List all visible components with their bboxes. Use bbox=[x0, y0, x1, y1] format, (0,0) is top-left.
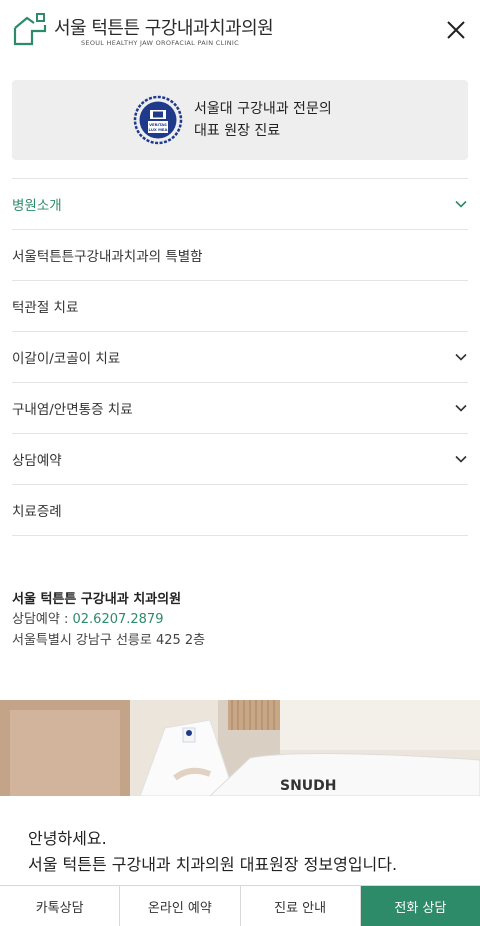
menu-item-tmj[interactable]: 턱관절 치료 bbox=[12, 281, 468, 332]
menu-item-oral-pain[interactable]: 구내염/안면통증 치료 bbox=[12, 383, 468, 434]
banner-line-2: 대표 원장 진료 bbox=[194, 123, 281, 139]
phone-link[interactable]: 02.6207.2879 bbox=[73, 612, 164, 627]
clinic-address: 서울특별시 강남구 선릉로 425 2층 bbox=[12, 633, 206, 648]
menu-item-reservation[interactable]: 상담예약 bbox=[12, 434, 468, 485]
header: 서울 턱튼튼 구강내과치과의원 SEOUL HEALTHY JAW OROFAC… bbox=[0, 0, 480, 62]
kakao-consult-button[interactable]: 카톡상담 bbox=[0, 886, 121, 926]
snudh-sign-text: SNUDH bbox=[280, 778, 337, 794]
chevron-down-icon[interactable] bbox=[455, 198, 467, 210]
menu-item-label: 서울턱튼튼구강내과치과의 특별함 bbox=[12, 249, 203, 265]
menu-item-label: 구내염/안면통증 치료 bbox=[12, 402, 133, 418]
banner-line-1: 서울대 구강내과 전문의 bbox=[194, 101, 332, 117]
menu-item-label: 병원소개 bbox=[12, 198, 62, 214]
menu-item-label: 상담예약 bbox=[12, 453, 62, 469]
menu-item-label: 치료증례 bbox=[12, 504, 62, 520]
close-icon[interactable] bbox=[444, 18, 468, 42]
clinic-info: 서울 턱튼튼 구강내과 치과의원 상담예약 : 02.6207.2879 서울특… bbox=[12, 588, 468, 651]
menu-item-label: 턱관절 치료 bbox=[12, 300, 79, 316]
menu-item-about[interactable]: 병원소개 bbox=[12, 179, 468, 230]
logo-title[interactable]: 서울 턱튼튼 구강내과치과의원 bbox=[54, 14, 274, 40]
phone-label: 상담예약 : bbox=[12, 612, 73, 627]
clinic-name: 서울 턱튼튼 구강내과 치과의원 bbox=[12, 592, 182, 607]
greeting: 안녕하세요. 서울 턱튼튼 구강내과 치과의원 대표원장 정보영입니다. bbox=[28, 826, 397, 878]
menu-item-special[interactable]: 서울턱튼튼구강내과치과의 특별함 bbox=[12, 230, 468, 281]
online-reservation-button[interactable]: 온라인 예약 bbox=[120, 886, 241, 926]
greeting-line-1: 안녕하세요. bbox=[28, 829, 107, 848]
banner-text: 서울대 구강내과 전문의 대표 원장 진료 bbox=[194, 98, 332, 142]
treatment-info-button[interactable]: 진료 안내 bbox=[241, 886, 361, 926]
logo-house-icon[interactable] bbox=[12, 11, 48, 47]
specialist-banner: VERITAS LUX MEA 서울대 구강내과 전문의 대표 원장 진료 bbox=[12, 80, 468, 160]
chevron-down-icon[interactable] bbox=[455, 351, 467, 363]
phone-line: 상담예약 : 02.6207.2879 bbox=[12, 609, 468, 630]
greeting-line-2: 서울 턱튼튼 구강내과 치과의원 대표원장 정보영입니다. bbox=[28, 855, 398, 874]
bottom-action-bar: 카톡상담 온라인 예약 진료 안내 전화 상담 bbox=[0, 885, 480, 926]
menu-item-cases[interactable]: 치료증례 bbox=[12, 485, 468, 536]
nav-menu: 병원소개 서울턱튼튼구강내과치과의 특별함 턱관절 치료 이갈이/코골이 치료 … bbox=[12, 178, 468, 536]
snu-seal-icon: VERITAS LUX MEA bbox=[133, 95, 183, 145]
doctor-photo: SNUDH bbox=[0, 700, 480, 796]
svg-text:LUX MEA: LUX MEA bbox=[149, 127, 168, 132]
chevron-down-icon[interactable] bbox=[455, 453, 467, 465]
logo-subtitle: SEOUL HEALTHY JAW OROFACIAL PAIN CLINIC bbox=[81, 39, 239, 47]
phone-consult-button[interactable]: 전화 상담 bbox=[360, 886, 480, 926]
menu-item-label: 이갈이/코골이 치료 bbox=[12, 351, 121, 367]
chevron-down-icon[interactable] bbox=[455, 402, 467, 414]
doctor-photo-image: SNUDH bbox=[0, 700, 480, 796]
menu-item-bruxism[interactable]: 이갈이/코골이 치료 bbox=[12, 332, 468, 383]
